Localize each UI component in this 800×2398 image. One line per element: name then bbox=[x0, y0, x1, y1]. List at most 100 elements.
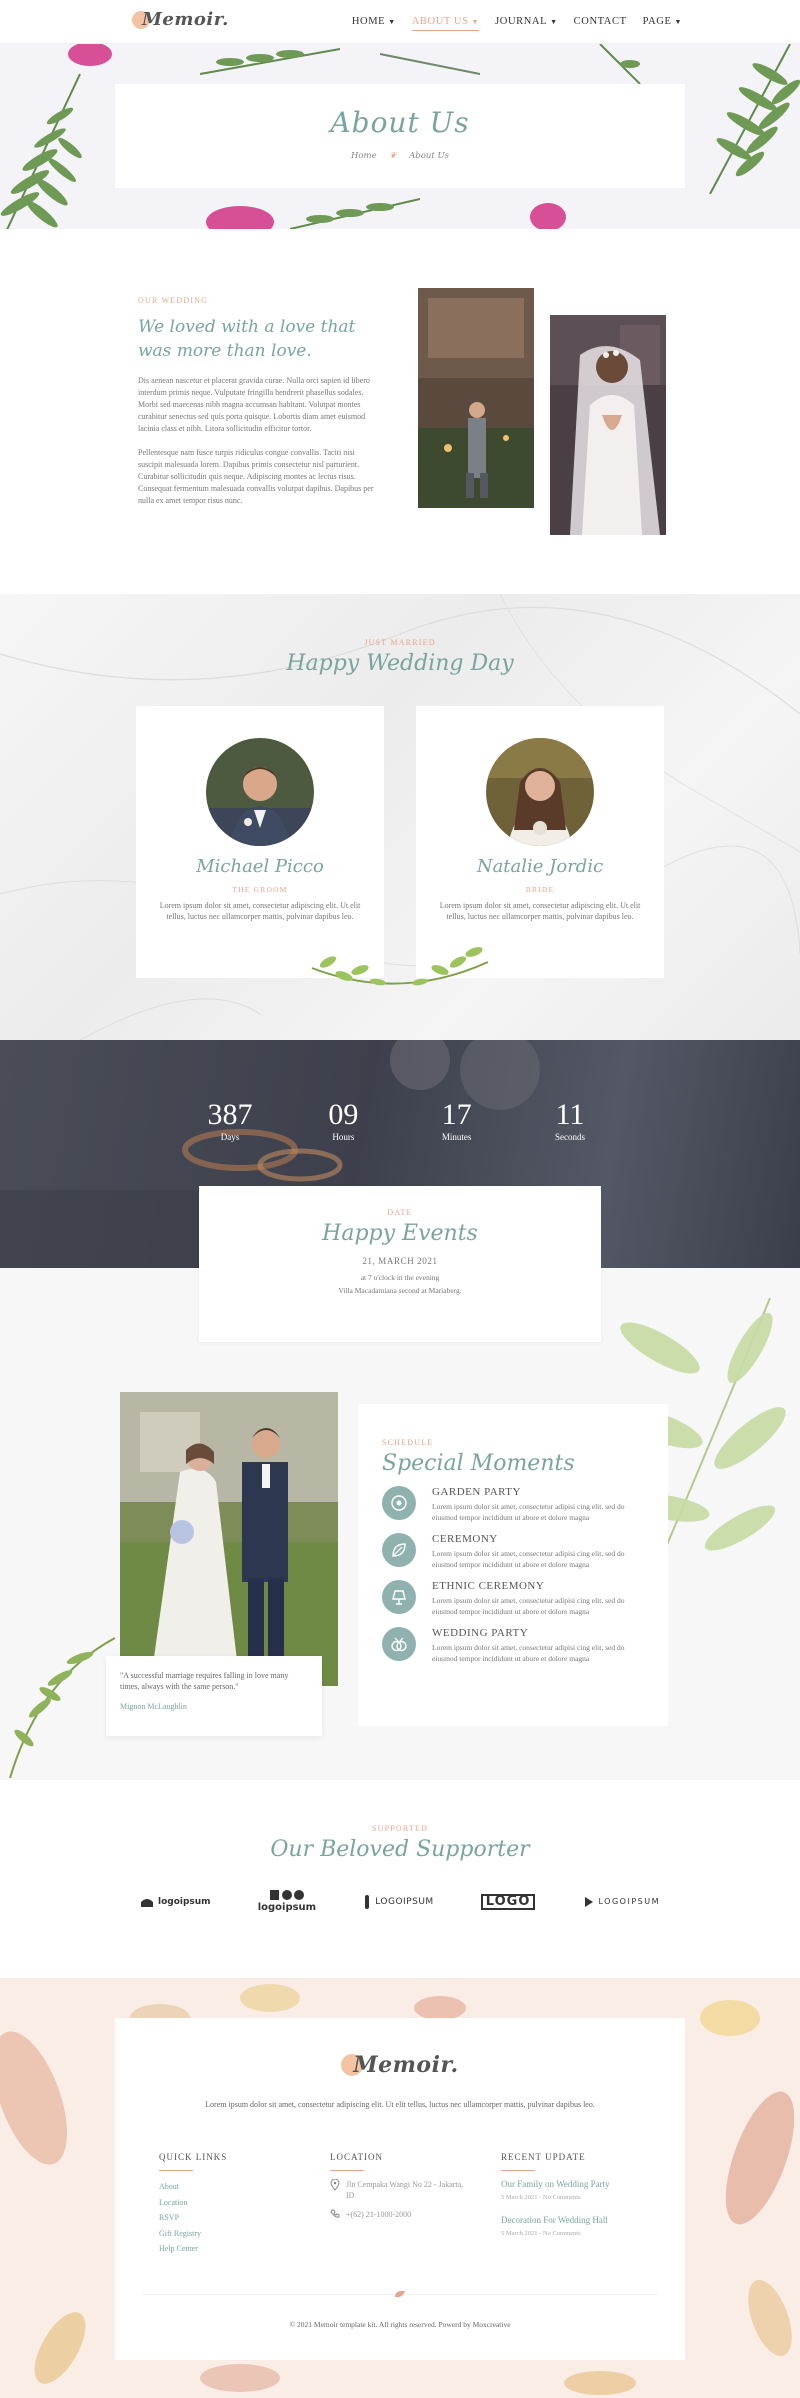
logoipsum-bar-icon bbox=[365, 1894, 370, 1909]
recent-post-title[interactable]: Our Family on Wedding Party bbox=[501, 2179, 661, 2189]
footer-location: LOCATION Jln Cempaka Wangi No 22 - Jakar… bbox=[330, 2152, 500, 2228]
logoipsum-chevron-icon bbox=[584, 1896, 593, 1907]
groom-card: Michael Picco THE GROOM Lorem ipsum dolo… bbox=[136, 706, 384, 978]
countdown-days: 387 Days bbox=[190, 1098, 270, 1142]
happy-wedding-day-section: JUST MARRIED Happy Wedding Day Michael P… bbox=[0, 594, 800, 1040]
our-wedding-paragraph-2: Pellentesque nam fusce turpis ridiculus … bbox=[138, 448, 374, 505]
chevron-down-icon: ▼ bbox=[388, 18, 396, 26]
groom-venue-photo bbox=[418, 288, 534, 508]
supporter-logo-1[interactable]: logoipsum bbox=[140, 1896, 211, 1908]
schedule-item-title: ETHNIC CEREMONY bbox=[432, 1580, 545, 1592]
hours-label: Hours bbox=[332, 1132, 355, 1142]
main-menu: HOME ▼ ABOUT US ▼ JOURNAL ▼ CONTACT PAGE ▼ bbox=[352, 16, 682, 31]
menu-item-about[interactable]: ABOUT US ▼ bbox=[411, 16, 480, 31]
footer-logo[interactable]: Memoir. bbox=[115, 2052, 685, 2078]
schedule-item: GARDEN PARTY Lorem ipsum dolor sit amet,… bbox=[382, 1486, 644, 1523]
days-value: 387 bbox=[207, 1098, 253, 1131]
menu-item-label: ABOUT US bbox=[411, 16, 469, 27]
footer-link-help-center[interactable]: Help Center bbox=[159, 2241, 329, 2257]
schedule-eyebrow: SCHEDULE bbox=[382, 1438, 434, 1447]
supporter-logo-2[interactable]: logoipsum bbox=[258, 1890, 316, 1913]
bride-veil-photo bbox=[550, 315, 666, 535]
bride-card: Natalie Jordic BRIDE Lorem ipsum dolor s… bbox=[416, 706, 664, 978]
footer-phone-text[interactable]: +(62) 21-1000-2000 bbox=[346, 2209, 411, 2220]
petal-decoration-bottom bbox=[206, 206, 274, 229]
footer-address-text: Jln Cempaka Wangi No 22 - Jakarta, ID bbox=[346, 2180, 464, 2200]
hero-title-card: About Us Home ❦ About Us bbox=[115, 84, 685, 188]
bride-description: Lorem ipsum dolor sit amet, consectetur … bbox=[439, 901, 641, 921]
map-pin-icon bbox=[330, 2179, 340, 2191]
schedule-item-desc: Lorem ipsum dolor sit amet, consectetur … bbox=[432, 1549, 625, 1569]
seconds-label: Seconds bbox=[554, 1132, 585, 1142]
fern-decoration-top bbox=[200, 48, 340, 75]
groom-description: Lorem ipsum dolor sit amet, consectetur … bbox=[159, 901, 361, 921]
logo-text: Memoir. bbox=[353, 2052, 459, 2078]
recent-post-title[interactable]: Decoration For Wedding Hall bbox=[501, 2215, 661, 2225]
special-moments-card: SCHEDULE Special Moments GARDEN PARTY Lo… bbox=[358, 1404, 668, 1726]
leaf-icon bbox=[382, 1533, 416, 1567]
our-wedding-section: OUR WEDDING We loved with a love that wa… bbox=[138, 296, 378, 507]
schedule-item: CEREMONY Lorem ipsum dolor sit amet, con… bbox=[382, 1533, 644, 1570]
minutes-value: 17 bbox=[441, 1098, 472, 1131]
rings-icon bbox=[382, 1627, 416, 1661]
heading-underline bbox=[330, 2170, 364, 2171]
supporter-logo-5[interactable]: LOGOIPSUM bbox=[583, 1896, 660, 1908]
groom-avatar bbox=[206, 738, 314, 846]
happy-day-title: Happy Wedding Day bbox=[286, 651, 514, 676]
supporter-logo-text: LOGO bbox=[480, 1893, 536, 1910]
schedule-item-desc: Lorem ipsum dolor sit amet, consectetur … bbox=[432, 1643, 625, 1663]
event-date: 21, MARCH 2021 bbox=[362, 1256, 438, 1266]
footer-link-location[interactable]: Location bbox=[159, 2195, 329, 2211]
chevron-down-icon: ▼ bbox=[550, 18, 558, 26]
schedule-item-body: ETHNIC CEREMONY Lorem ipsum dolor sit am… bbox=[432, 1580, 644, 1617]
quote-text: "A successful marriage requires falling … bbox=[120, 1671, 289, 1691]
countdown-hours: 09 Hours bbox=[303, 1098, 383, 1142]
breadcrumb-separator-icon: ❦ bbox=[389, 151, 397, 161]
schedule-item-desc: Lorem ipsum dolor sit amet, consectetur … bbox=[432, 1502, 625, 1522]
menu-item-label: CONTACT bbox=[573, 16, 627, 27]
top-navbar: Memoir. HOME ▼ ABOUT US ▼ JOURNAL ▼ CONTACT… bbox=[0, 0, 800, 44]
schedule-item-desc: Lorem ipsum dolor sit amet, consectetur … bbox=[432, 1596, 625, 1616]
quote-card: "A successful marriage requires falling … bbox=[106, 1656, 322, 1736]
leaf-divider-icon bbox=[393, 2288, 407, 2300]
footer-recent-updates: RECENT UPDATE Our Family on Wedding Part… bbox=[501, 2152, 661, 2251]
recent-post-meta: 5 March 2021 - No Comments bbox=[501, 2194, 581, 2201]
breadcrumb-home[interactable]: Home bbox=[351, 151, 377, 161]
footer-link-gift-registry[interactable]: Gift Registry bbox=[159, 2226, 329, 2242]
footer-link-about[interactable]: About bbox=[159, 2179, 329, 2195]
chevron-down-icon: ▼ bbox=[471, 18, 480, 26]
footer-quick-links: QUICK LINKS About Location RSVP Gift Reg… bbox=[159, 2152, 329, 2257]
schedule-item-body: GARDEN PARTY Lorem ipsum dolor sit amet,… bbox=[432, 1486, 644, 1523]
countdown-timer: 387 Days 09 Hours 17 Minutes 11 Seconds bbox=[190, 1098, 610, 1142]
supporter-logo-3[interactable]: LOGOIPSUM bbox=[363, 1894, 433, 1909]
menu-item-contact[interactable]: CONTACT bbox=[574, 16, 627, 31]
groom-role: THE GROOM bbox=[232, 885, 288, 894]
wreath-icon bbox=[382, 1486, 416, 1520]
menu-item-label: PAGE bbox=[642, 16, 672, 27]
petal-decoration-right bbox=[530, 203, 566, 229]
logoipsum-blocks-icon bbox=[269, 1890, 304, 1900]
footer-card: Memoir. Lorem ipsum dolor sit amet, cons… bbox=[115, 2018, 685, 2360]
menu-item-page[interactable]: PAGE ▼ bbox=[643, 16, 682, 31]
heading-underline bbox=[159, 2170, 193, 2171]
brand-logo[interactable]: Memoir. bbox=[132, 9, 229, 30]
recent-post-meta: 5 March 2021 - No Comments bbox=[501, 2230, 581, 2237]
footer-description: Lorem ipsum dolor sit amet, consectetur … bbox=[205, 2100, 595, 2109]
footer-link-rsvp[interactable]: RSVP bbox=[159, 2210, 329, 2226]
schedule-item-body: WEDDING PARTY Lorem ipsum dolor sit amet… bbox=[432, 1627, 644, 1664]
schedule-item-title: CEREMONY bbox=[432, 1533, 498, 1545]
event-time: at 7 o'clock in the evening bbox=[360, 1273, 440, 1282]
menu-item-label: HOME bbox=[351, 16, 386, 27]
menu-item-journal[interactable]: JOURNAL ▼ bbox=[495, 16, 558, 31]
seconds-value: 11 bbox=[555, 1098, 585, 1131]
minutes-label: Minutes bbox=[441, 1132, 472, 1142]
menu-item-home[interactable]: HOME ▼ bbox=[352, 16, 396, 31]
branch-decoration-right bbox=[599, 44, 641, 84]
groom-name: Michael Picco bbox=[196, 856, 324, 877]
fern-decoration-bottom bbox=[290, 198, 420, 229]
breadcrumb-current: About Us bbox=[409, 151, 449, 161]
recent-update-title: RECENT UPDATE bbox=[501, 2152, 586, 2162]
supporter-logo-4[interactable]: LOGO bbox=[480, 1893, 536, 1910]
days-label: Days bbox=[220, 1132, 240, 1142]
hours-value: 09 bbox=[328, 1098, 359, 1131]
